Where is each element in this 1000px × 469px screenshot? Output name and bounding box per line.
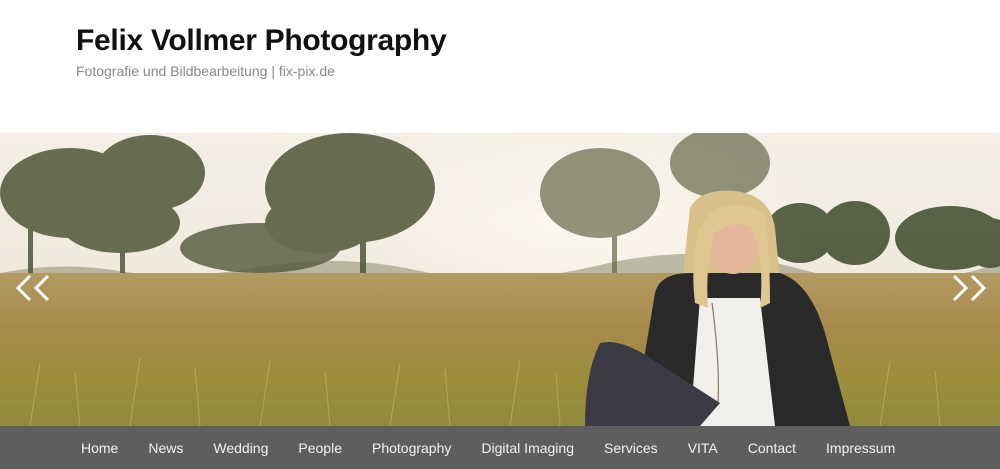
nav-item-home[interactable]: Home (66, 440, 133, 456)
hero-photo (0, 133, 1000, 426)
nav-item-photography[interactable]: Photography (357, 440, 466, 456)
site-tagline: Fotografie und Bildbearbeitung | fix-pix… (76, 63, 335, 79)
nav-item-contact[interactable]: Contact (733, 440, 811, 456)
double-chevron-right-icon (952, 274, 987, 302)
nav-item-people[interactable]: People (283, 440, 357, 456)
nav-item-vita[interactable]: VITA (673, 440, 733, 456)
nav-item-news[interactable]: News (133, 440, 198, 456)
main-navigation: Home News Wedding People Photography Dig… (0, 426, 1000, 469)
nav-item-wedding[interactable]: Wedding (198, 440, 283, 456)
site-title[interactable]: Felix Vollmer Photography (76, 24, 447, 58)
nav-item-impressum[interactable]: Impressum (811, 440, 910, 456)
nav-item-digital-imaging[interactable]: Digital Imaging (466, 440, 589, 456)
hero-slider[interactable] (0, 133, 1000, 426)
slider-prev-button[interactable] (10, 273, 54, 303)
slider-next-button[interactable] (948, 273, 992, 303)
nav-item-services[interactable]: Services (589, 440, 673, 456)
site-header: Felix Vollmer Photography Fotografie und… (0, 0, 1000, 133)
double-chevron-left-icon (15, 274, 50, 302)
